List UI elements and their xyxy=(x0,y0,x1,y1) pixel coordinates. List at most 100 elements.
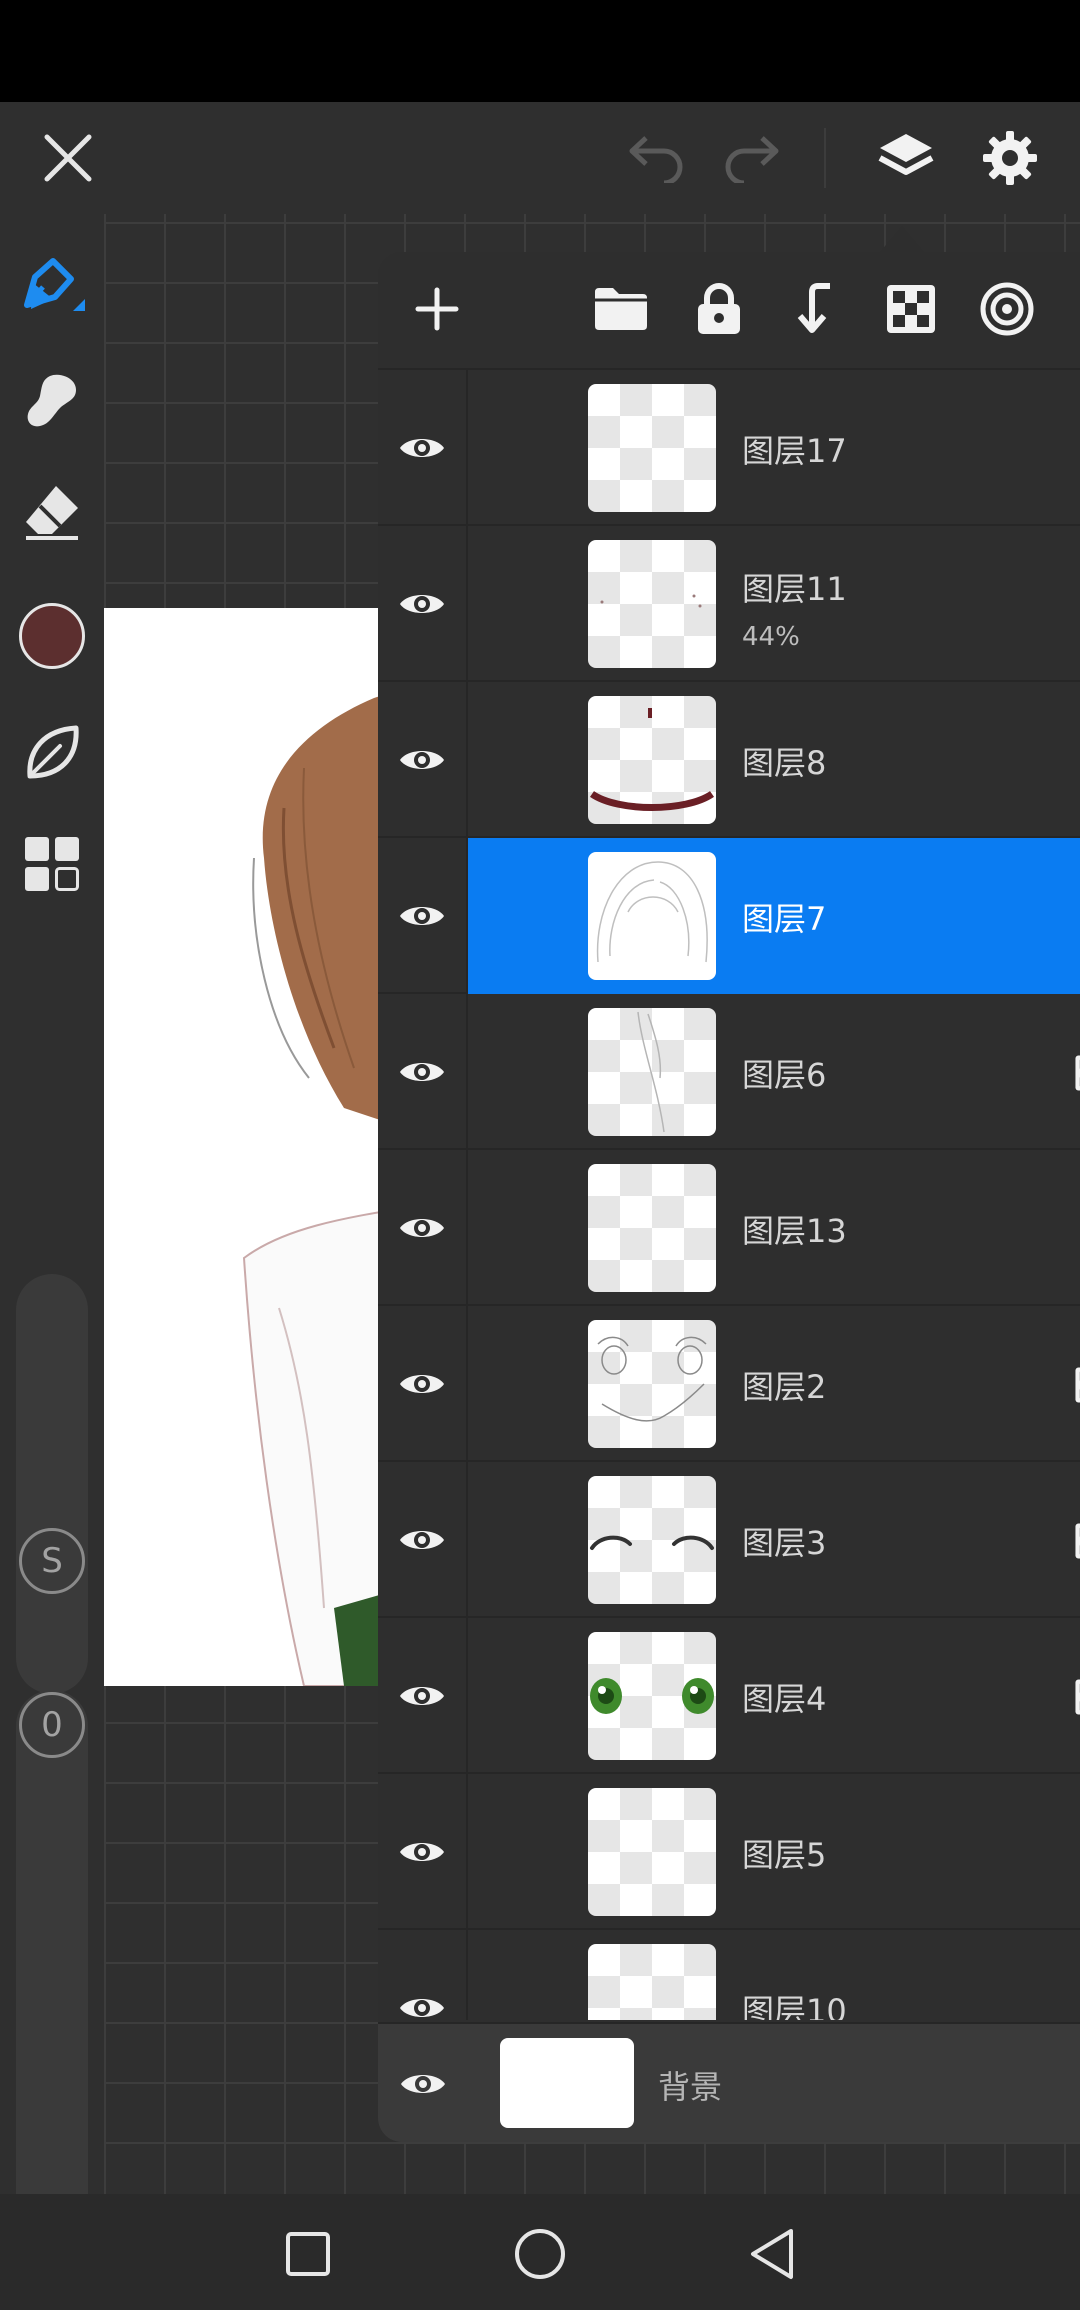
artboard[interactable] xyxy=(104,608,404,1686)
layers-icon xyxy=(878,134,934,175)
background-layer[interactable]: 背景 xyxy=(378,2022,1080,2142)
visibility-toggle[interactable] xyxy=(378,1774,468,1930)
layer-info[interactable]: 图层7 xyxy=(468,838,1080,994)
layer-item[interactable]: 图层13 xyxy=(378,1150,1080,1306)
top-bar xyxy=(0,102,1080,214)
grid-apps-icon xyxy=(25,837,79,891)
back-button[interactable] xyxy=(732,2214,812,2294)
visibility-toggle[interactable] xyxy=(378,526,468,682)
alpha-lock-icon xyxy=(1075,1679,1080,1715)
panel-pointer xyxy=(880,226,924,252)
add-layer-icon xyxy=(415,287,459,331)
layer-info[interactable]: 图层3 xyxy=(468,1462,1080,1618)
layer-item[interactable]: 图层2 xyxy=(378,1306,1080,1462)
clipping-mask-button[interactable] xyxy=(972,274,1042,344)
visibility-toggle[interactable] xyxy=(378,1150,468,1306)
layers-button[interactable] xyxy=(866,118,946,198)
visibility-toggle[interactable] xyxy=(378,1930,468,2020)
layer-info[interactable]: 图层17 xyxy=(468,370,1080,526)
brush-opacity-slider[interactable] xyxy=(16,1690,88,2256)
eraser-tool-icon xyxy=(26,486,78,540)
settings-button[interactable] xyxy=(970,118,1050,198)
leaf-tool-button[interactable] xyxy=(0,702,104,802)
eye-icon xyxy=(400,1687,444,1705)
layer-item-selected[interactable]: 图层7 xyxy=(378,838,1080,994)
visibility-toggle[interactable] xyxy=(378,994,468,1150)
close-button[interactable] xyxy=(30,120,106,196)
eye-icon xyxy=(401,2075,445,2093)
color-picker-button[interactable] xyxy=(0,586,104,686)
layer-name: 图层7 xyxy=(742,900,827,938)
layer-name: 图层17 xyxy=(742,432,847,470)
lock-icon xyxy=(698,283,740,334)
background-layer-name: 背景 xyxy=(658,2068,723,2106)
pen-tool-button[interactable] xyxy=(0,238,104,338)
color-swatch xyxy=(19,603,85,669)
alpha-lock-button[interactable] xyxy=(876,274,946,344)
layer-item[interactable]: 图层17 xyxy=(378,370,1080,526)
layer-item[interactable]: 图层4 xyxy=(378,1618,1080,1774)
layer-thumbnail xyxy=(588,1164,716,1292)
layer-name: 图层8 xyxy=(742,744,827,782)
eraser-tool-button[interactable] xyxy=(0,462,104,562)
lock-button[interactable] xyxy=(684,274,754,344)
layer-info[interactable]: 图层4 xyxy=(468,1618,1080,1774)
layer-opacity: 44% xyxy=(742,622,800,652)
layer-item[interactable]: 图层3 xyxy=(378,1462,1080,1618)
redo-button[interactable] xyxy=(716,122,788,194)
close-icon xyxy=(44,134,92,182)
artwork-illustration xyxy=(242,688,404,1686)
merge-down-button[interactable] xyxy=(780,274,850,344)
layer-info[interactable]: 图层6 xyxy=(468,994,1080,1150)
grid-apps-button[interactable] xyxy=(0,814,104,914)
visibility-toggle[interactable] xyxy=(378,1306,468,1462)
folder-button[interactable] xyxy=(586,274,656,344)
layer-item[interactable]: 图层10 xyxy=(378,1930,1080,2020)
visibility-toggle[interactable] xyxy=(378,682,468,838)
alpha-lock-icon xyxy=(1075,1055,1080,1091)
eye-icon xyxy=(400,1843,444,1861)
eye-icon xyxy=(400,907,444,925)
brush-size-slider[interactable] xyxy=(16,1274,88,1694)
home-button[interactable] xyxy=(500,2214,580,2294)
visibility-toggle[interactable] xyxy=(378,370,468,526)
add-layer-button[interactable] xyxy=(402,274,472,344)
layer-info[interactable]: 图层2 xyxy=(468,1306,1080,1462)
layer-panel-toolbar xyxy=(378,252,1080,370)
clipping-icon xyxy=(980,282,1034,336)
brush-size-knob[interactable]: S xyxy=(19,1528,85,1594)
smudge-tool-button[interactable] xyxy=(0,350,104,450)
layer-item[interactable]: 图层11 44% xyxy=(378,526,1080,682)
smudge-tool-icon xyxy=(27,374,76,427)
visibility-toggle[interactable] xyxy=(378,838,468,994)
background-thumbnail xyxy=(500,2038,634,2128)
layer-item[interactable]: 图层5 xyxy=(378,1774,1080,1930)
recent-apps-button[interactable] xyxy=(268,2214,348,2294)
eye-icon xyxy=(400,1531,444,1549)
layer-list[interactable]: 图层17 图层11 44% 图层8 图层7 图层6 图层13 图层2 图层3 图… xyxy=(378,370,1080,2020)
undo-icon xyxy=(629,136,683,183)
visibility-toggle[interactable] xyxy=(378,1618,468,1774)
toolbar-divider xyxy=(824,128,826,188)
layer-item[interactable]: 图层8 xyxy=(378,682,1080,838)
layer-thumbnail xyxy=(588,696,716,824)
layer-info[interactable]: 图层13 xyxy=(468,1150,1080,1306)
visibility-toggle[interactable] xyxy=(378,2024,468,2142)
eye-icon xyxy=(400,1219,444,1237)
brush-opacity-knob[interactable]: 0 xyxy=(19,1692,85,1758)
redo-icon xyxy=(725,136,779,183)
layer-name: 图层6 xyxy=(742,1056,827,1094)
undo-button[interactable] xyxy=(620,122,692,194)
layer-thumbnail xyxy=(588,1320,716,1448)
layer-info[interactable]: 图层10 xyxy=(468,1930,1080,2020)
layer-item[interactable]: 图层6 xyxy=(378,994,1080,1150)
layer-info[interactable]: 图层5 xyxy=(468,1774,1080,1930)
layer-name: 图层10 xyxy=(742,1992,847,2020)
layer-thumbnail xyxy=(588,1476,716,1604)
layer-name: 图层5 xyxy=(742,1836,827,1874)
layer-info[interactable]: 图层8 xyxy=(468,682,1080,838)
layer-info[interactable]: 图层11 44% xyxy=(468,526,1080,682)
visibility-toggle[interactable] xyxy=(378,1462,468,1618)
layer-name: 图层2 xyxy=(742,1368,827,1406)
alpha-lock-icon xyxy=(1075,1367,1080,1403)
